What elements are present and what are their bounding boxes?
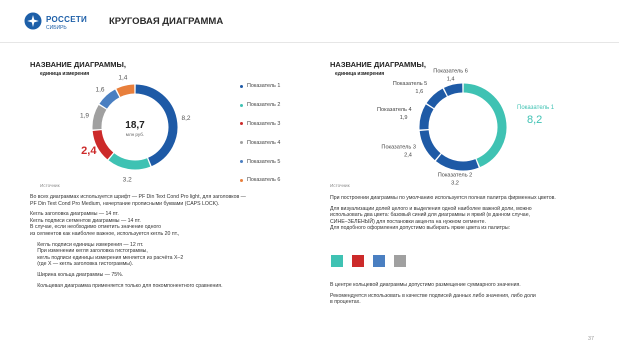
legend-label: Показатель 3 <box>247 120 281 127</box>
text-line: В центре кольцевой диаграммы допустимо р… <box>330 282 521 288</box>
legend-item-1: Показатель 1 <box>240 77 280 96</box>
color-swatch-1 <box>331 255 343 267</box>
segment-value-label-6: 1,4 <box>447 77 455 83</box>
text-line: PF Din Text Cond Pro Medium, начертание … <box>30 200 220 207</box>
donut-segment-3 <box>419 129 441 161</box>
legend-item-6: Показатель 6 <box>240 171 280 190</box>
legend-dot <box>240 122 243 126</box>
segment-value-label-2: 3,2 <box>123 176 132 182</box>
legend-label: Показатель 6 <box>247 177 281 184</box>
legend-dot <box>240 84 243 88</box>
center-unit-label: млн руб. <box>126 132 144 137</box>
segment-name-label-4: Показатель 4 <box>377 107 412 113</box>
legend-dot <box>240 103 243 107</box>
donut-segment-1 <box>463 83 507 167</box>
text-line: СИНЕ–ЗЕЛЕНЫЙ) для постановки акцента на … <box>330 218 486 225</box>
donut-segment-2 <box>435 153 479 171</box>
segment-value-label-4: 1,9 <box>80 113 89 120</box>
segment-name-label-1: Показатель 1 <box>517 105 555 111</box>
text-line: Во всех диаграммах используется шрифт — … <box>30 194 246 200</box>
color-swatches <box>331 255 415 267</box>
text-line: Кольцевая диаграмма применяется только д… <box>30 282 223 289</box>
right-description-top: При построении диаграммы по умолчанию ис… <box>330 195 605 232</box>
legend-dot <box>240 160 243 164</box>
legend-item-4: Показатель 4 <box>240 133 280 152</box>
segment-value-label-3: 2,4 <box>81 145 97 157</box>
page-title: КРУГОВАЯ ДИАГРАММА <box>109 16 224 27</box>
text-line: в процентах. <box>330 299 361 306</box>
text-line: Кегль подписи единицы измерения — 12 пт. <box>30 241 144 248</box>
text-line: использовать два цвета: базовый синий дл… <box>330 212 531 219</box>
center-total-value: 18,7 <box>125 120 145 131</box>
donut-segment-5 <box>99 89 120 109</box>
donut-segment-3 <box>92 129 114 160</box>
donut-segment-2 <box>108 153 151 170</box>
rosseti-logo-icon <box>24 12 42 30</box>
segment-value-label-3: 2,4 <box>404 152 412 158</box>
donut-segment-5 <box>426 88 448 109</box>
legend-dot <box>240 178 243 182</box>
segment-name-label-6: Показатель 6 <box>433 69 468 75</box>
color-swatch-3 <box>373 255 385 267</box>
text-line: (где X — кегль заголовка гистограммы). <box>30 261 134 268</box>
left-chart-title: НАЗВАНИЕ ДИАГРАММЫ, <box>30 60 126 69</box>
text-line: При изменении кегля заголовка гистограмм… <box>30 248 148 255</box>
text-line: Кегль подписи сегментов диаграммы — 14 п… <box>30 217 141 224</box>
donut-segment-4 <box>92 104 107 130</box>
text-line: Рекомендуется использовать в качестве по… <box>330 292 536 299</box>
legend-label: Показатель 1 <box>247 83 281 90</box>
segment-name-label-3: Показатель 3 <box>381 144 416 150</box>
legend-dot <box>240 141 243 145</box>
segment-name-label-5: Показатель 5 <box>393 81 428 87</box>
left-description: Во всех диаграммах используется шрифт — … <box>30 194 300 289</box>
legend-item-3: Показатель 3 <box>240 115 280 134</box>
legend-label: Показатель 5 <box>247 158 281 165</box>
text-line: Для подобного оформления допустимо выбир… <box>330 225 511 232</box>
left-donut-chart: 8,2 3,2 2,4 1,9 1,6 1,4 18,7млн руб. <box>80 74 191 182</box>
segment-name-label-2: Показатель 2 <box>438 172 473 178</box>
segment-value-label-1: 8,2 <box>527 114 542 126</box>
segment-value-label-6: 1,4 <box>118 74 127 81</box>
donut-segment-6 <box>116 84 135 97</box>
text-line: В случае, если необходимо отметить значе… <box>30 224 161 231</box>
header-bar: РОССЕТИ СИБИРЬ КРУГОВАЯ ДИАГРАММА <box>0 0 619 43</box>
text-line: кегль подписи единицы измерения меняется… <box>30 254 184 261</box>
donut-segment-4 <box>419 104 434 130</box>
text-line: Ширина кольца диаграммы — 75%. <box>30 271 124 278</box>
color-swatch-4 <box>394 255 406 267</box>
text-line: Кегль заголовка диаграммы — 14 пт. <box>30 211 119 218</box>
legend-item-5: Показатель 5 <box>240 152 280 171</box>
left-chart-source: Источник <box>40 183 60 188</box>
legend-label: Показатель 2 <box>247 102 281 109</box>
segment-value-label-5: 1,6 <box>415 89 423 95</box>
brand-name: РОССЕТИ <box>46 15 88 24</box>
legend-item-2: Показатель 2 <box>240 96 280 115</box>
color-swatch-2 <box>352 255 364 267</box>
segment-value-label-4: 1,9 <box>400 115 408 121</box>
left-chart-legend: Показатель 1 Показатель 2 Показатель 3 Пока… <box>240 77 280 190</box>
legend-label: Показатель 4 <box>247 139 281 146</box>
brand-subtitle: СИБИРЬ <box>46 25 67 31</box>
donut-segment-6 <box>443 83 463 97</box>
right-donut-chart: Показатель 1 8,2 Показатель 2 3,2 Показатель… <box>377 69 555 186</box>
segment-value-label-2: 3,2 <box>451 180 459 185</box>
segment-value-label-5: 1,6 <box>95 87 104 94</box>
right-chart-source: Источник <box>330 183 350 188</box>
page-number: 37 <box>588 336 594 342</box>
right-description-bottom: В центре кольцевой диаграммы допустимо р… <box>330 282 605 306</box>
text-line: из сегментов как наиболее важное, исполь… <box>30 230 180 237</box>
text-line: При построении диаграммы по умолчанию ис… <box>330 195 556 201</box>
segment-value-label-1: 8,2 <box>181 115 190 122</box>
